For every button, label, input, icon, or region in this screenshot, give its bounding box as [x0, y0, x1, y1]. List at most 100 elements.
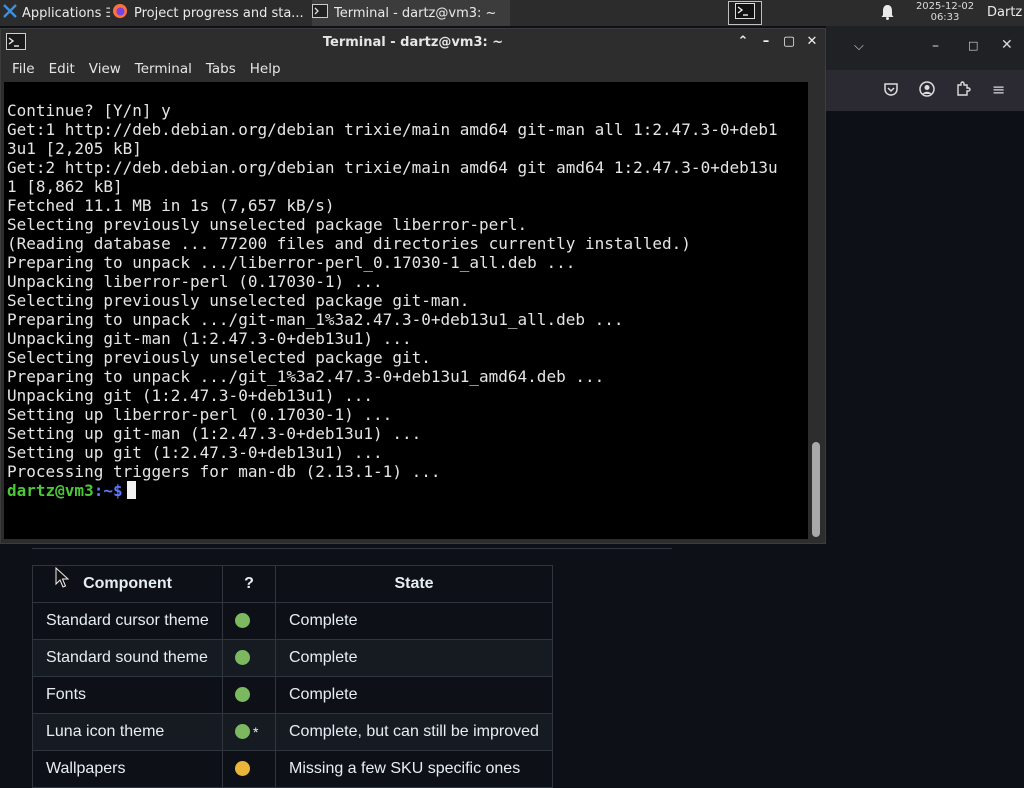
status-cell: [222, 639, 276, 677]
status-dot-icon: [235, 761, 250, 777]
mouse-cursor-icon: [55, 566, 70, 593]
menu-edit[interactable]: Edit: [42, 61, 82, 77]
terminal-line: Get:2 http://deb.debian.org/debian trixi…: [7, 158, 778, 177]
state-cell: Complete: [275, 602, 553, 640]
clock-date: 2025-12-02: [915, 1, 975, 12]
terminal-line: 3u1 [2,205 kB]: [7, 139, 142, 158]
terminal-line: Unpacking liberror-perl (0.17030-1) ...: [7, 272, 383, 291]
state-cell: Complete: [275, 639, 553, 677]
top-panel: Applications ☰ Project progress and sta.…: [0, 0, 1024, 26]
terminal-launcher-button[interactable]: [728, 1, 762, 25]
column-header-state: State: [275, 565, 553, 603]
browser-toolbar: ≡: [826, 70, 1024, 112]
pocket-icon[interactable]: [883, 81, 899, 101]
component-cell: Wallpapers: [32, 750, 223, 788]
menu-separator: ☰: [105, 6, 110, 21]
menu-file[interactable]: File: [1, 61, 42, 77]
status-cell: [222, 676, 276, 714]
status-dot-icon: [235, 687, 250, 703]
menu-terminal[interactable]: Terminal: [128, 61, 199, 77]
menu-help[interactable]: Help: [243, 61, 288, 77]
status-cell: [222, 750, 276, 788]
applications-label: Applications: [22, 5, 102, 21]
terminal-line: Continue? [Y/n] y: [7, 101, 171, 120]
table-row: Standard sound theme Complete: [32, 639, 553, 677]
notification-bell-icon[interactable]: [880, 4, 895, 24]
component-cell: Standard sound theme: [32, 639, 223, 677]
window-titlebar[interactable]: Terminal - dartz@vm3: ~ ⌃ – ▢ ✕: [1, 29, 825, 56]
terminal-line: (Reading database ... 77200 files and di…: [7, 234, 691, 253]
status-note: *: [253, 723, 259, 740]
terminal-line: Preparing to unpack .../git-man_1%3a2.47…: [7, 310, 624, 329]
maximize-button[interactable]: ▢: [779, 32, 799, 52]
menu-view[interactable]: View: [82, 61, 128, 77]
terminal-line: Setting up liberror-perl (0.17030-1) ...: [7, 405, 393, 424]
browser-window: ⌵ – □ ✕ ≡: [826, 26, 1024, 768]
terminal-line: Preparing to unpack .../git_1%3a2.47.3-0…: [7, 367, 605, 386]
minimize-button[interactable]: –: [756, 32, 776, 52]
terminal-prompt: dartz@vm3:~$: [7, 481, 778, 500]
extensions-icon[interactable]: [955, 81, 971, 101]
section-divider: [32, 548, 672, 549]
close-button[interactable]: ✕: [802, 32, 822, 52]
account-icon[interactable]: [919, 81, 935, 101]
text-cursor: [126, 481, 136, 499]
terminal-line: Setting up git-man (1:2.47.3-0+deb13u1) …: [7, 424, 422, 443]
terminal-line: Selecting previously unselected package …: [7, 291, 470, 310]
terminal-window: Terminal - dartz@vm3: ~ ⌃ – ▢ ✕ File Edi…: [0, 28, 826, 544]
browser-tabbar: ⌵ – □ ✕: [826, 26, 1024, 70]
terminal-line: Processing triggers for man-db (2.13.1-1…: [7, 462, 441, 481]
terminal-line: Unpacking git (1:2.47.3-0+deb13u1) ...: [7, 386, 374, 405]
terminal-output: Continue? [Y/n] y Get:1 http://deb.debian…: [7, 101, 778, 500]
taskbar-item-terminal[interactable]: Terminal - dartz@vm3: ~: [312, 0, 510, 26]
status-dot-icon: [235, 613, 250, 629]
terminal-line: Unpacking git-man (1:2.47.3-0+deb13u1) .…: [7, 329, 412, 348]
chevron-up-icon[interactable]: ⌃: [733, 32, 753, 52]
taskbar-item-label: Project progress and sta...: [134, 5, 304, 21]
minimize-icon[interactable]: –: [932, 38, 939, 54]
state-cell: Complete, but can still be improved: [275, 713, 553, 751]
terminal-line: Selecting previously unselected package …: [7, 215, 528, 234]
terminal-screen[interactable]: Continue? [Y/n] y Get:1 http://deb.debian…: [4, 82, 808, 539]
maximize-icon[interactable]: □: [968, 39, 978, 52]
status-dot-icon: [235, 724, 250, 740]
state-cell: Missing a few SKU specific ones: [275, 750, 553, 788]
terminal-icon: [312, 4, 328, 22]
xfce-logo-icon: [2, 3, 18, 23]
close-icon[interactable]: ✕: [1001, 37, 1013, 53]
scrollbar-thumb[interactable]: [812, 442, 820, 537]
panel-clock[interactable]: 2025-12-02 06:33: [910, 1, 980, 23]
page-content: Component ? State Standard cursor theme C…: [0, 540, 826, 788]
terminal-line: Preparing to unpack .../liberror-perl_0.…: [7, 253, 576, 272]
prompt-user: dartz@vm3: [7, 481, 94, 500]
terminal-line: 1 [8,862 kB]: [7, 177, 123, 196]
column-header-status: ?: [222, 565, 276, 603]
window-title: Terminal - dartz@vm3: ~: [322, 35, 504, 50]
component-cell: Standard cursor theme: [32, 602, 223, 640]
terminal-menubar: File Edit View Terminal Tabs Help: [1, 56, 825, 82]
table-row: Wallpapers Missing a few SKU specific one…: [32, 750, 553, 788]
table-header-row: Component ? State: [32, 565, 553, 603]
terminal-line: Selecting previously unselected package …: [7, 348, 431, 367]
hamburger-menu-icon[interactable]: ≡: [992, 80, 1005, 99]
table-row: Fonts Complete: [32, 676, 553, 714]
clock-time: 06:33: [930, 12, 960, 23]
chevron-down-icon[interactable]: ⌵: [854, 39, 864, 54]
component-cell: Luna icon theme: [32, 713, 223, 751]
taskbar-item-label: Terminal - dartz@vm3: ~: [334, 5, 497, 21]
table-row: Standard cursor theme Complete: [32, 602, 553, 640]
prompt-path: :~$: [93, 481, 123, 500]
terminal-line: Setting up git (1:2.47.3-0+deb13u1) ...: [7, 443, 383, 462]
table-row: Luna icon theme * Complete, but can still …: [32, 713, 553, 751]
terminal-scrollbar[interactable]: [809, 82, 825, 539]
taskbar-item-browser[interactable]: Project progress and sta...: [112, 0, 310, 26]
terminal-line: Fetched 11.1 MB in 1s (7,657 kB/s): [7, 196, 335, 215]
component-cell: Fonts: [32, 676, 223, 714]
menu-tabs[interactable]: Tabs: [199, 61, 243, 77]
status-cell: [222, 602, 276, 640]
firefox-icon: [112, 3, 128, 23]
applications-menu-button[interactable]: Applications ☰: [0, 0, 110, 26]
terminal-line: Get:1 http://deb.debian.org/debian trixi…: [7, 120, 778, 139]
status-cell: *: [222, 713, 276, 751]
user-menu[interactable]: Dartz: [987, 5, 1022, 20]
